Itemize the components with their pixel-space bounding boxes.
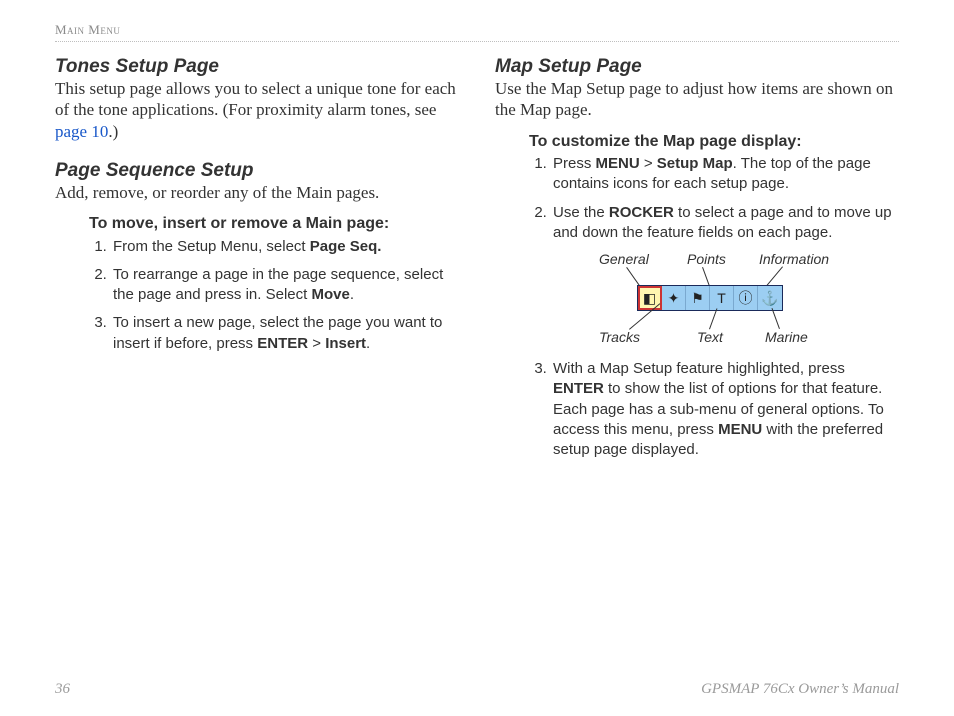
toolbar-icon-tracks: ✦ — [662, 286, 686, 310]
callout-line — [771, 308, 779, 329]
step: Press MENU > Setup Map. The top of the p… — [551, 154, 899, 195]
toolbar-icon-points: ⚑ — [686, 286, 710, 310]
callout-label-general: General — [599, 251, 649, 267]
running-head: Main Menu — [55, 22, 899, 42]
ui-term: ENTER — [257, 335, 308, 352]
section-heading-map-setup: Map Setup Page — [495, 56, 899, 78]
setup-map-toolbar-diagram: General Points Information ◧ ✦ ⚑ T ⓘ ⚓ — [569, 251, 889, 347]
body-text: Use the Map Setup page to adjust how ite… — [495, 78, 899, 121]
two-column-layout: Tones Setup Page This setup page allows … — [55, 50, 899, 460]
callout-label-text: Text — [697, 329, 723, 345]
ui-term: ENTER — [553, 380, 604, 397]
ui-term: Page Seq. — [310, 238, 382, 255]
ui-term: Move — [311, 286, 349, 303]
toolbar-icon-marine: ⚓ — [758, 286, 782, 310]
callout-label-information: Information — [759, 251, 829, 267]
text: Use the — [553, 204, 609, 221]
procedure-block: To customize the Map page display: Press… — [529, 131, 899, 461]
body-text: Add, remove, or reorder any of the Main … — [55, 182, 459, 203]
procedure-steps: Press MENU > Setup Map. The top of the p… — [551, 154, 899, 243]
ui-term: MENU — [718, 421, 762, 438]
manual-title: GPSMAP 76Cx Owner’s Manual — [701, 681, 899, 698]
step: From the Setup Menu, select Page Seq. — [111, 237, 459, 257]
procedure-steps-continued: With a Map Setup feature highlighted, pr… — [551, 359, 899, 460]
section-heading-page-sequence: Page Sequence Setup — [55, 160, 459, 182]
ui-term: ROCKER — [609, 204, 674, 221]
text: Press — [553, 155, 596, 172]
callout-label-points: Points — [687, 251, 726, 267]
ui-term: MENU — [596, 155, 640, 172]
callout-label-marine: Marine — [765, 329, 808, 345]
step: With a Map Setup feature highlighted, pr… — [551, 359, 899, 460]
section-heading-tones: Tones Setup Page — [55, 56, 459, 78]
text: . — [350, 286, 354, 303]
callout-label-tracks: Tracks — [599, 329, 640, 345]
toolbar-icon-information: ⓘ — [734, 286, 758, 310]
toolbar-icon-general: ◧ — [638, 286, 662, 310]
text: . — [366, 335, 370, 352]
text: This setup page allows you to select a u… — [55, 79, 456, 119]
text: > — [640, 155, 657, 172]
step: Use the ROCKER to select a page and to m… — [551, 203, 899, 244]
procedure-steps: From the Setup Menu, select Page Seq. To… — [111, 237, 459, 354]
ui-term: Setup Map — [657, 155, 733, 172]
step: To insert a new page, select the page yo… — [111, 313, 459, 354]
procedure-heading: To move, insert or remove a Main page: — [89, 213, 459, 235]
callout-line — [709, 308, 717, 329]
toolbar-icon-text: T — [710, 286, 734, 310]
procedure-heading: To customize the Map page display: — [529, 131, 899, 153]
page-footer: 36 GPSMAP 76Cx Owner’s Manual — [55, 681, 899, 698]
left-column: Tones Setup Page This setup page allows … — [55, 50, 459, 460]
procedure-block: To move, insert or remove a Main page: F… — [89, 213, 459, 354]
page-link[interactable]: page 10 — [55, 122, 108, 141]
text: From the Setup Menu, select — [113, 238, 310, 255]
page-content: Main Menu Tones Setup Page This setup pa… — [55, 22, 899, 694]
text: To rearrange a page in the page sequence… — [113, 266, 443, 303]
text: .) — [108, 122, 118, 141]
text: With a Map Setup feature highlighted, pr… — [553, 360, 845, 377]
body-text: This setup page allows you to select a u… — [55, 78, 459, 142]
setup-map-toolbar: ◧ ✦ ⚑ T ⓘ ⚓ — [637, 285, 783, 311]
step: To rearrange a page in the page sequence… — [111, 265, 459, 306]
right-column: Map Setup Page Use the Map Setup page to… — [495, 50, 899, 460]
ui-term: Insert — [325, 335, 366, 352]
text: > — [308, 335, 325, 352]
page-number: 36 — [55, 681, 70, 698]
